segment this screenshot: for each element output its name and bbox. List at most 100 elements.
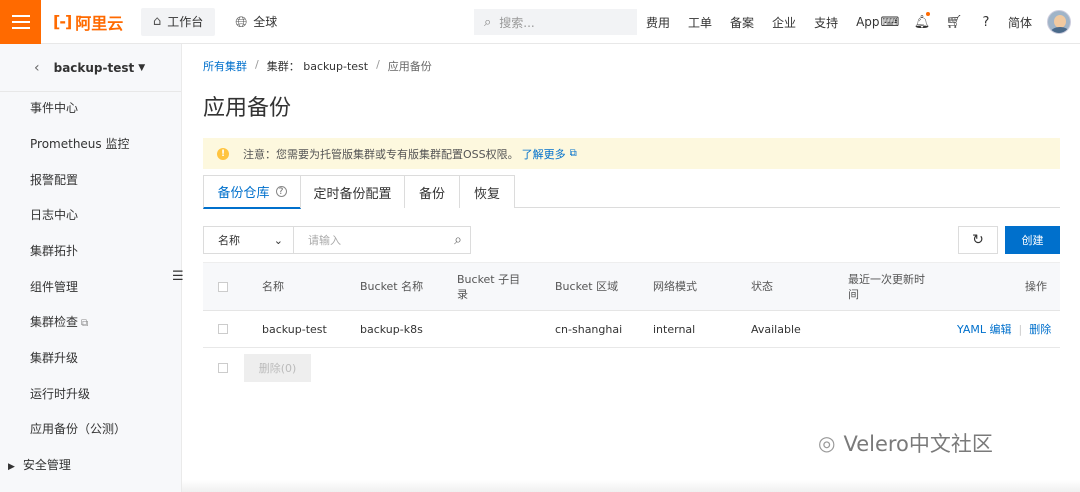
col-updated: 最近一次更新时间 xyxy=(848,272,925,301)
sidebar-item-topology[interactable]: 集群拓扑 xyxy=(30,242,78,259)
filter-placeholder: 请输入 xyxy=(308,234,341,247)
tab-schedule[interactable]: 定时备份配置 xyxy=(300,175,405,208)
cluster-switcher[interactable]: ‹ backup-test ▼ xyxy=(0,44,181,92)
tab-label: 备份仓库 xyxy=(217,186,270,201)
sidebar-item-alerts[interactable]: 报警配置 xyxy=(30,171,78,188)
sidebar-item-runtime-upgrade[interactable]: 运行时升级 xyxy=(30,385,90,402)
tab-backup-repo[interactable]: 备份仓库 ? xyxy=(203,175,301,209)
sidebar-group-security[interactable]: ▶ 安全管理 xyxy=(8,456,71,473)
help-icon[interactable]: ? xyxy=(275,186,287,197)
search-icon[interactable]: ⌕ xyxy=(454,232,462,248)
globe-icon: 🌐︎ xyxy=(235,12,248,31)
cluster-name: backup-test xyxy=(53,60,135,75)
watermark-text: Velero中文社区 xyxy=(843,432,993,456)
backup-repo-table: 名称 Bucket 名称 Bucket 子目录 Bucket 区域 网络模式 状… xyxy=(203,262,1060,388)
nav-app[interactable]: App xyxy=(856,15,879,29)
col-name: 名称 xyxy=(262,280,284,293)
cell-region: cn-shanghai xyxy=(555,322,623,336)
nav-ticket[interactable]: 工单 xyxy=(688,14,712,31)
tab-backup[interactable]: 备份 xyxy=(404,175,460,208)
notification-dot xyxy=(926,11,930,16)
sidebar-item-check[interactable]: 集群检查 ⧉ xyxy=(30,313,88,330)
tab-label: 定时备份配置 xyxy=(313,186,392,202)
col-network: 网络模式 xyxy=(653,280,697,293)
sidebar-item-check-label: 集群检查 xyxy=(30,315,79,329)
triangle-right-icon: ▶ xyxy=(8,462,15,472)
cell-actions: YAML 编辑 | 删除 xyxy=(957,311,1051,347)
col-bucket: Bucket 名称 xyxy=(360,280,424,293)
breadcrumb-separator: / xyxy=(255,58,259,71)
breadcrumb-all-clusters[interactable]: 所有集群 xyxy=(203,58,247,74)
nav-support[interactable]: 支持 xyxy=(814,14,838,31)
create-button[interactable]: 创建 xyxy=(1005,226,1060,254)
region-label: 全球 xyxy=(253,15,278,29)
logo-mark: [-] xyxy=(53,12,72,31)
aliyun-logo[interactable]: [-] 阿里云 xyxy=(53,10,139,34)
learn-more-link[interactable]: 了解更多 xyxy=(522,146,566,162)
breadcrumb-separator: / xyxy=(376,58,380,71)
logo-text: 阿里云 xyxy=(75,13,124,33)
nav-enterprise[interactable]: 企业 xyxy=(772,14,796,31)
delete-link[interactable]: 删除 xyxy=(1029,322,1051,337)
wechat-icon: ◎ xyxy=(818,431,836,455)
caret-down-icon: ▼ xyxy=(138,62,146,73)
row-checkbox[interactable] xyxy=(218,311,228,347)
chevron-down-icon: ⌄ xyxy=(273,233,283,247)
filter-field-select[interactable]: 名称 ⌄ xyxy=(203,226,294,254)
home-icon: ⌂ xyxy=(153,14,162,29)
action-separator: | xyxy=(1018,322,1023,336)
external-link-icon[interactable]: ⧉ xyxy=(570,148,577,159)
cart-icon[interactable]: 🛒︎ xyxy=(942,15,966,30)
tab-label: 恢复 xyxy=(473,186,500,202)
sidebar-item-events[interactable]: 事件中心 xyxy=(30,99,78,116)
breadcrumb-current: 应用备份 xyxy=(387,60,432,73)
sidebar-item-components[interactable]: 组件管理 xyxy=(30,278,78,295)
language-switch[interactable]: 简体 xyxy=(1008,14,1032,31)
col-subdir: Bucket 子目录 xyxy=(457,272,521,301)
external-link-icon: ⧉ xyxy=(81,318,89,329)
bottom-shadow xyxy=(182,480,1080,492)
sidebar-item-upgrade[interactable]: 集群升级 xyxy=(30,349,78,366)
tab-label: 备份 xyxy=(418,186,445,202)
top-nav-links: 费用 工单 备案 企业 支持 App xyxy=(646,0,898,44)
refresh-button[interactable]: ↻ xyxy=(958,226,998,254)
sidebar-item-app-backup[interactable]: 应用备份（公测） xyxy=(30,420,126,437)
help-icon[interactable]: ? xyxy=(974,15,998,30)
breadcrumb: 所有集群 / 集群： backup-test / 应用备份 xyxy=(203,58,432,74)
filter-field-value: 名称 xyxy=(218,234,240,247)
sidebar-collapse-icon[interactable]: ☰ xyxy=(172,269,184,284)
terminal-icon[interactable]: ⌨ xyxy=(878,15,902,30)
nav-billing[interactable]: 费用 xyxy=(646,14,670,31)
filter-bar: 名称 ⌄ 请输入 ⌕ xyxy=(203,226,471,254)
breadcrumb-cluster[interactable]: 集群： backup-test xyxy=(267,58,368,74)
col-region: Bucket 区域 xyxy=(555,280,619,293)
cell-network: internal xyxy=(653,322,696,336)
sidebar-item-prometheus[interactable]: Prometheus 监控 xyxy=(30,135,129,152)
menu-icon[interactable] xyxy=(0,0,41,44)
watermark: ◎ Velero中文社区 xyxy=(818,428,993,458)
region-selector[interactable]: 🌐︎ 全球 xyxy=(235,13,277,31)
sidebar-group-label: 安全管理 xyxy=(22,458,71,472)
table-header: 名称 Bucket 名称 Bucket 子目录 Bucket 区域 网络模式 状… xyxy=(203,262,1060,311)
search-input[interactable]: ⌕ 搜索... xyxy=(474,9,637,35)
nav-icp[interactable]: 备案 xyxy=(730,14,754,31)
tab-bar: 备份仓库 ? 定时备份配置 备份 恢复 xyxy=(203,175,1060,209)
batch-delete-button[interactable]: 删除(0) xyxy=(244,354,311,382)
footer-checkbox[interactable] xyxy=(218,348,228,388)
warning-icon: ! xyxy=(217,147,229,160)
cell-name: backup-test xyxy=(262,322,327,336)
back-icon[interactable]: ‹ xyxy=(34,60,40,76)
workbench-button[interactable]: ⌂ 工作台 xyxy=(141,7,216,36)
bell-icon[interactable]: 🔔︎ xyxy=(910,11,934,30)
filter-input[interactable]: 请输入 ⌕ xyxy=(294,226,471,254)
cell-bucket: backup-k8s xyxy=(360,322,423,336)
top-icons: ⌨ 🔔︎ 🛒︎ ? xyxy=(878,0,1006,44)
yaml-edit-link[interactable]: YAML 编辑 xyxy=(957,322,1012,337)
col-status: 状态 xyxy=(751,280,773,293)
select-all-checkbox[interactable] xyxy=(218,263,228,310)
sidebar-item-logs[interactable]: 日志中心 xyxy=(30,206,78,223)
cell-status: Available xyxy=(751,322,801,336)
tab-restore[interactable]: 恢复 xyxy=(459,175,515,208)
search-icon: ⌕ xyxy=(484,14,492,30)
avatar[interactable] xyxy=(1047,10,1071,34)
